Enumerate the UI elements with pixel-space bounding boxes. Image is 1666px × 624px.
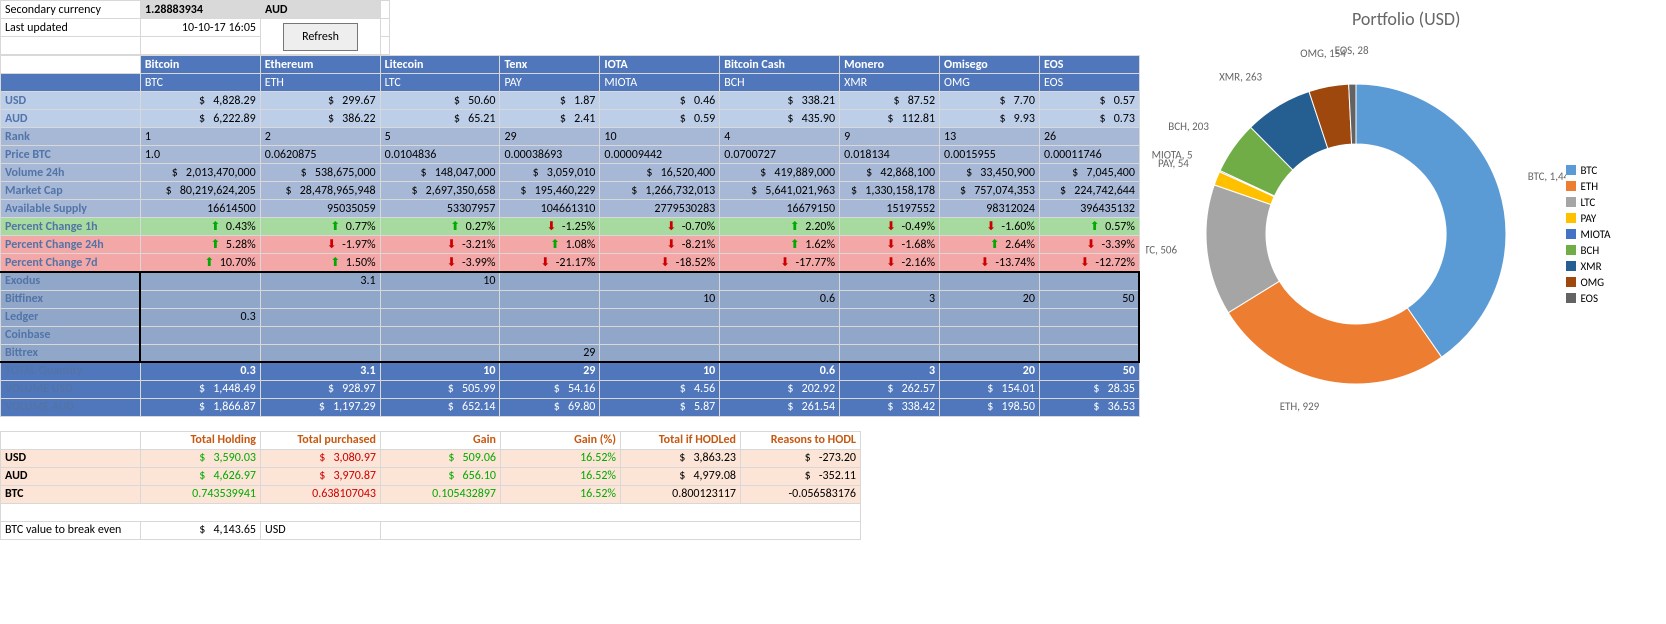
legend-item: MIOTA [1566,228,1610,241]
secondary-currency-code[interactable]: AUD [261,1,381,19]
coin-symbol: MIOTA [600,74,720,92]
coin-header: Monero [840,56,940,74]
legend-item: XMR [1566,260,1610,273]
coin-symbol: EOS [1039,74,1139,92]
legend-item: OMG [1566,276,1610,289]
coin-symbol: PAY [500,74,600,92]
legend-item: ETH [1566,180,1610,193]
coin-header: Omisego [940,56,1040,74]
svg-text:BTC, 1,448: BTC, 1,448 [1528,170,1566,183]
legend-item: PAY [1566,212,1610,225]
portfolio-chart: Portfolio (USD) BTC, 1,448 ETH, 929 LTC, 5… [1146,0,1666,540]
coin-symbol: BTC [140,74,260,92]
svg-text:XMR, 263: XMR, 263 [1220,70,1263,83]
coin-header: EOS [1039,56,1139,74]
coin-symbol: OMG [940,74,1040,92]
svg-text:BCH, 203: BCH, 203 [1169,120,1210,133]
coin-header: Bitcoin [140,56,260,74]
legend-item: BCH [1566,244,1610,257]
coin-table[interactable]: BitcoinEthereumLitecoinTenxIOTABitcoin C… [0,55,1140,417]
donut-chart: BTC, 1,448ETH, 929LTC, 506PAY, 54MIOTA, … [1146,34,1566,434]
legend-item: EOS [1566,292,1610,305]
svg-text:MIOTA, 5: MIOTA, 5 [1152,149,1193,162]
portfolio-table[interactable]: Secondary currency 1.28883934 AUD Last u… [0,0,390,55]
legend-item: BTC [1566,164,1610,177]
svg-text:LTC, 506: LTC, 506 [1146,244,1177,257]
secondary-currency-value[interactable]: 1.28883934 [141,1,261,19]
coin-header: Bitcoin Cash [720,56,840,74]
secondary-currency-label: Secondary currency [1,1,141,19]
coin-header: IOTA [600,56,720,74]
refresh-button[interactable]: Refresh [283,23,358,51]
last-updated-label: Last updated [1,19,141,37]
chart-legend: BTC ETH LTC PAY MIOTA BCH XMR OMG EOS [1566,161,1610,308]
coin-symbol: BCH [720,74,840,92]
legend-item: LTC [1566,196,1610,209]
coin-symbol: ETH [260,74,380,92]
coin-symbol: LTC [380,74,500,92]
summary-table[interactable]: Total HoldingTotal purchasedGainGain (%)… [0,431,861,540]
chart-title: Portfolio (USD) [1146,8,1666,30]
svg-text:EOS, 28: EOS, 28 [1335,44,1369,57]
coin-header: Ethereum [260,56,380,74]
coin-symbol: XMR [840,74,940,92]
coin-header: Tenx [500,56,600,74]
coin-header: Litecoin [380,56,500,74]
svg-text:ETH, 929: ETH, 929 [1280,400,1320,413]
last-updated-value: 10-10-17 16:05 [141,19,261,37]
